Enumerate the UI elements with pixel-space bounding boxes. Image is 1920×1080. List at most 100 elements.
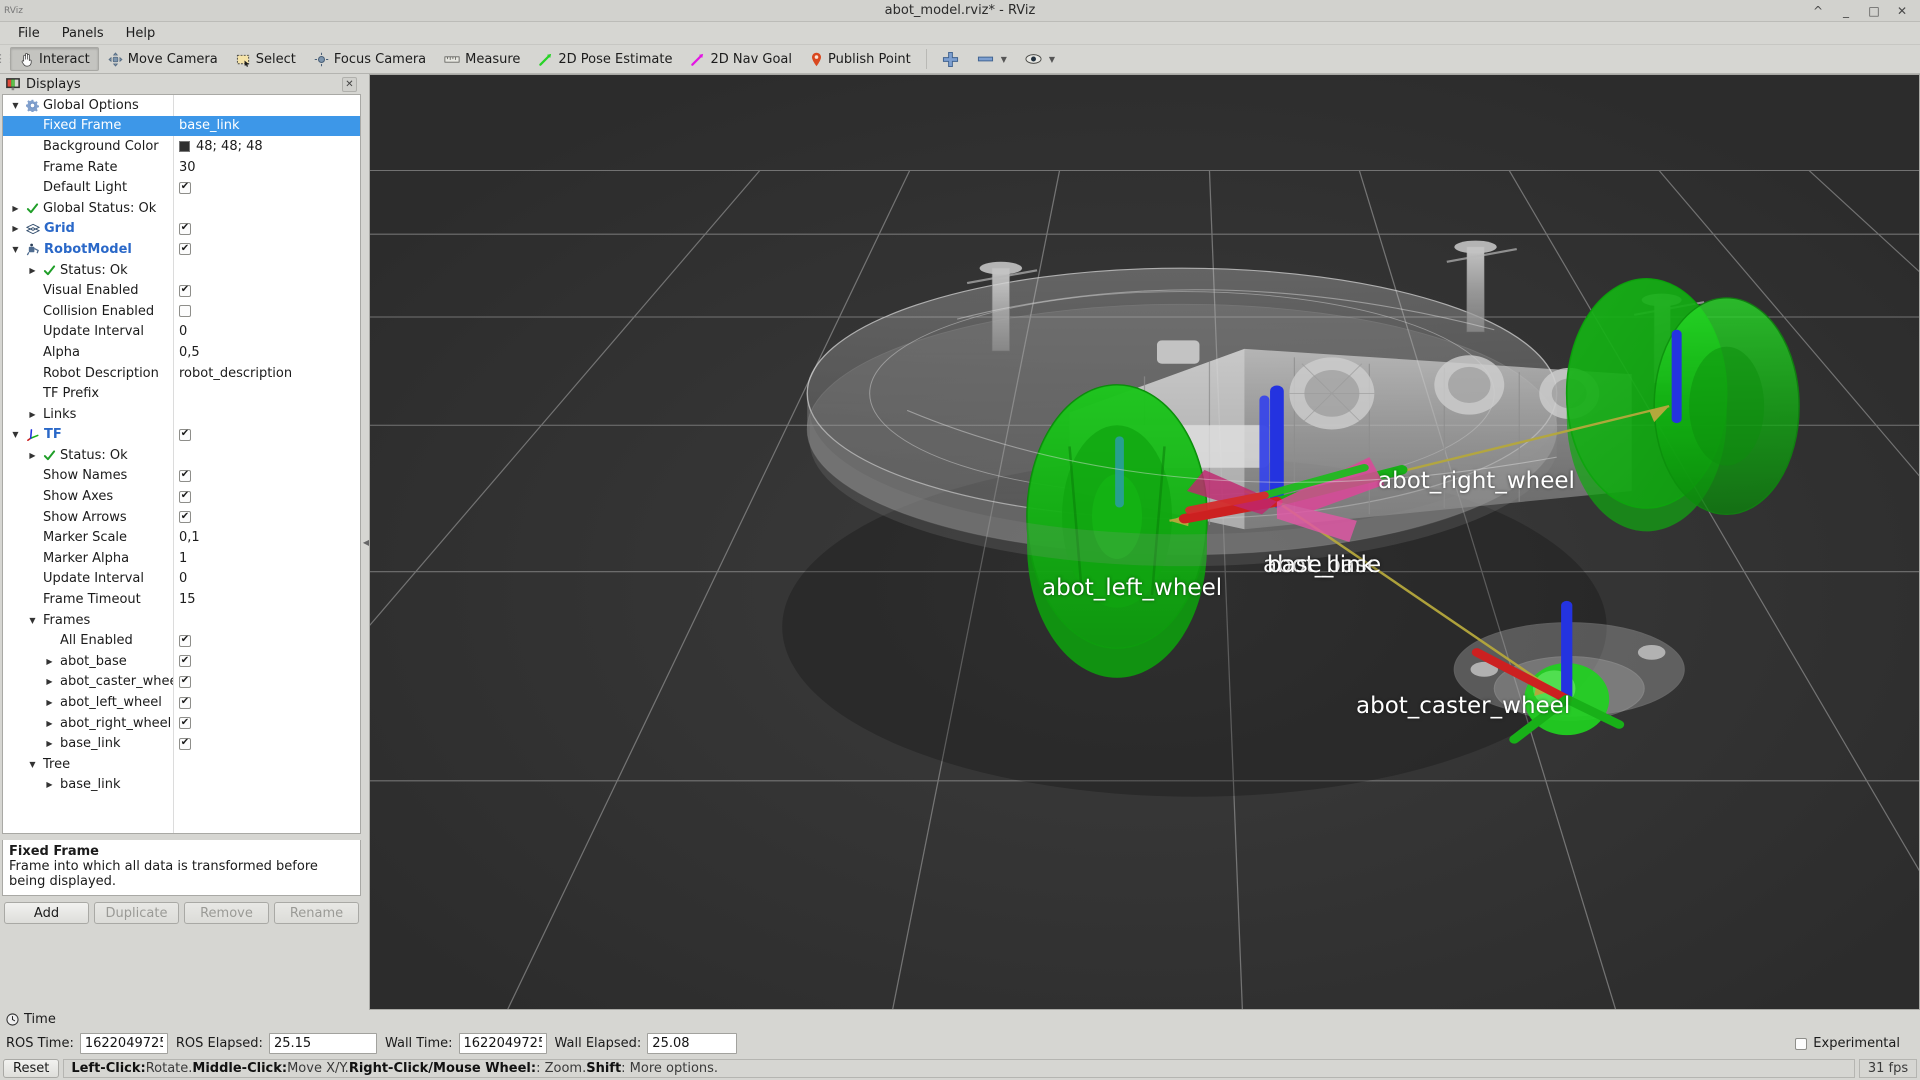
twisty-expanded-icon[interactable]: ▼ [9,245,22,254]
close-window-button[interactable]: ✕ [1896,5,1908,17]
displays-row-collision-enabled[interactable]: Collision Enabled [3,301,360,322]
displays-row-value[interactable] [173,428,360,441]
displays-row-value[interactable] [173,696,360,709]
twisty-collapsed-icon[interactable]: ▶ [43,719,56,728]
displays-row-frame-rate[interactable]: Frame Rate 30 [3,157,360,178]
checkbox-checked[interactable] [179,655,191,668]
displays-row-value[interactable] [173,305,360,318]
displays-row-value[interactable] [173,511,360,524]
displays-row-value[interactable] [173,737,360,750]
displays-row-robot-description[interactable]: Robot Description robot_description [3,363,360,384]
checkbox-checked[interactable] [179,428,191,441]
tool-move-camera[interactable]: Move Camera [99,47,227,71]
twisty-collapsed-icon[interactable]: ▶ [43,739,56,748]
tool-focus-camera[interactable]: Focus Camera [305,47,435,71]
displays-row-value[interactable]: 0 [173,324,360,339]
tool-2d-nav-goal[interactable]: 2D Nav Goal [681,47,801,71]
displays-tree[interactable]: ▼ Global Options Fixed Frame base_link Backg… [2,94,361,834]
displays-row-value[interactable]: robot_description [173,366,360,381]
maximize-window-button[interactable]: □ [1868,5,1880,17]
twisty-collapsed-icon[interactable]: ▶ [26,410,39,419]
visibility-tool-button[interactable]: ▼ [1016,47,1064,71]
twisty-collapsed-icon[interactable]: ▶ [9,204,22,213]
displays-row-value[interactable] [173,717,360,730]
twisty-expanded-icon[interactable]: ▼ [9,430,22,439]
toolbar-drag-handle[interactable]: ⋮⋮ [0,45,16,73]
displays-row-abot-caster-wheel[interactable]: ▶ abot_caster_wheel [3,672,360,693]
wall-time-input[interactable] [458,1033,547,1054]
displays-row-abot-left-wheel[interactable]: ▶ abot_left_wheel [3,692,360,713]
remove-tool-button[interactable]: ▼ [968,47,1016,71]
displays-row-show-names[interactable]: Show Names [3,466,360,487]
checkbox-checked[interactable] [179,222,191,235]
displays-row-value[interactable] [173,490,360,503]
duplicate-display-button[interactable]: Duplicate [94,902,179,924]
render-viewport-3d[interactable]: abot_right_wheel abot_base base_link abo… [369,74,1920,1010]
displays-row-value[interactable]: 0,1 [173,530,360,545]
rename-display-button[interactable]: Rename [274,902,359,924]
displays-row-value[interactable]: 48; 48; 48 [173,139,360,154]
displays-row-show-arrows[interactable]: Show Arrows [3,507,360,528]
checkbox-checked[interactable] [179,284,191,297]
checkbox-checked[interactable] [179,717,191,730]
displays-row-value[interactable] [173,634,360,647]
twisty-expanded-icon[interactable]: ▼ [9,101,22,110]
displays-row-value[interactable] [173,655,360,668]
chevron-down-icon[interactable]: ▼ [1001,55,1007,64]
add-display-button[interactable]: Add [4,902,89,924]
minimize-window-button[interactable]: _ [1840,5,1852,17]
displays-row-robotmodel[interactable]: ▼ RobotModel [3,239,360,260]
displays-row-default-light[interactable]: Default Light [3,177,360,198]
tool-select[interactable]: Select [227,47,305,71]
chevron-down-icon[interactable]: ▼ [1049,55,1055,64]
checkbox-checked[interactable] [179,634,191,647]
displays-row-value[interactable]: 0,5 [173,345,360,360]
displays-row-base-link[interactable]: ▶ base_link [3,733,360,754]
checkbox-checked[interactable] [179,511,191,524]
reset-button[interactable]: Reset [3,1058,60,1078]
displays-row-visual-enabled[interactable]: Visual Enabled [3,280,360,301]
displays-row-tf[interactable]: ▼ TF [3,425,360,446]
displays-row-tf-prefix[interactable]: TF Prefix [3,383,360,404]
tool-2d-pose-estimate[interactable]: 2D Pose Estimate [529,47,681,71]
checkbox-checked[interactable] [179,490,191,503]
tool-interact[interactable]: Interact [10,47,99,71]
color-swatch[interactable] [179,140,190,152]
displays-row-value[interactable] [173,284,360,297]
experimental-toggle[interactable]: Experimental [1795,1036,1914,1051]
menu-file[interactable]: File [8,24,50,43]
tool-measure[interactable]: Measure [435,47,529,71]
add-tool-button[interactable] [933,47,968,71]
close-icon[interactable]: ✕ [342,76,357,92]
checkbox-checked[interactable] [179,469,191,482]
displays-row-status-ok[interactable]: ▶ Status: Ok [3,445,360,466]
checkbox-checked[interactable] [179,696,191,709]
displays-row-tree[interactable]: ▼ Tree [3,754,360,775]
displays-row-base-link[interactable]: ▶ base_link [3,775,360,796]
twisty-expanded-icon[interactable]: ▼ [26,616,39,625]
twisty-collapsed-icon[interactable]: ▶ [43,677,56,686]
displays-row-abot-base[interactable]: ▶ abot_base [3,651,360,672]
displays-row-marker-scale[interactable]: Marker Scale 0,1 [3,527,360,548]
displays-row-marker-alpha[interactable]: Marker Alpha 1 [3,548,360,569]
displays-row-value[interactable] [173,675,360,688]
twisty-collapsed-icon[interactable]: ▶ [43,698,56,707]
tool-publish-point[interactable]: Publish Point [801,47,920,71]
displays-row-value[interactable]: 1 [173,551,360,566]
twisty-collapsed-icon[interactable]: ▶ [43,657,56,666]
twisty-collapsed-icon[interactable]: ▶ [26,266,39,275]
displays-row-grid[interactable]: ▶ Grid [3,219,360,240]
experimental-checkbox[interactable] [1795,1037,1808,1050]
displays-row-value[interactable]: 0 [173,571,360,586]
displays-row-background-color[interactable]: Background Color 48; 48; 48 [3,136,360,157]
checkbox-checked[interactable] [179,675,191,688]
displays-row-value[interactable] [173,469,360,482]
displays-row-value[interactable] [173,243,360,256]
displays-row-value[interactable]: 15 [173,592,360,607]
wall-elapsed-input[interactable] [647,1033,738,1054]
remove-display-button[interactable]: Remove [184,902,269,924]
twisty-collapsed-icon[interactable]: ▶ [43,780,56,789]
displays-row-value[interactable] [173,222,360,235]
displays-row-status-ok[interactable]: ▶ Status: Ok [3,260,360,281]
checkbox-checked[interactable] [179,243,191,256]
